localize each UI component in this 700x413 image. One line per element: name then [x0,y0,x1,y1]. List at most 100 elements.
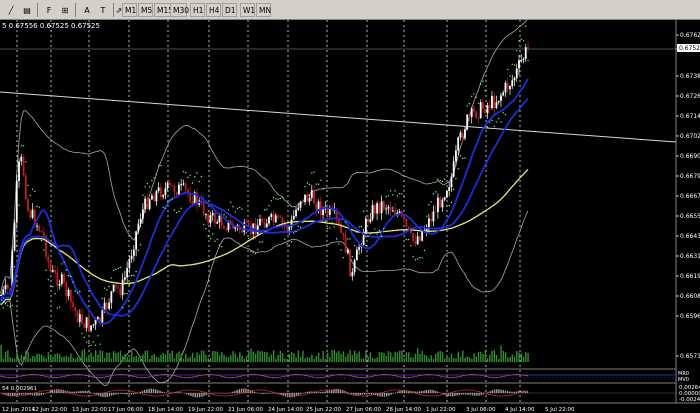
volume-bar [507,357,509,362]
parabolic-sar-dot [43,249,45,251]
oscillator-bar [42,393,45,395]
date-label: 1 Jul 22:00 [426,407,456,413]
date-label: 17 Jun 06:00 [108,407,143,413]
volume-bar [376,357,378,362]
candle-body [173,185,176,193]
oscillator-bar [93,393,95,394]
candle-body [225,228,228,231]
price-chart[interactable]: 0.67620 0.67525 0.67380 0.67260 0.67145 0.670… [0,20,700,413]
candle-body [164,188,167,196]
oscillator-bar [130,393,133,395]
parabolic-sar-dot [166,201,169,203]
oscillator-bar [328,390,331,393]
parabolic-sar-dot [347,238,349,240]
fibonacci-tool-icon[interactable]: F [42,3,56,17]
parabolic-sar-dot [452,188,455,191]
oscillator-bar [423,390,425,393]
candle-body [137,223,140,232]
oscillator-bar [427,389,430,393]
volume-bar [110,358,113,362]
parabolic-sar-dot [525,25,527,27]
volume-bar [117,352,119,362]
candle-body [218,215,221,223]
volume-bar [365,350,367,362]
parabolic-sar-dot [191,182,194,184]
timeframe-d1-button[interactable]: D1 [222,3,237,17]
timeframe-mn-button[interactable]: MN [256,3,271,17]
oscillator-bar [304,392,306,393]
text-tool-icon[interactable]: A [80,3,94,17]
parabolic-sar-dot [128,283,131,286]
date-label: 18 Jun 14:00 [148,407,183,413]
candle-body [180,184,183,186]
parabolic-sar-dot [164,207,167,209]
timeframe-m1-button[interactable]: M1 [122,3,137,17]
oscillator-bar [463,393,465,395]
timeframe-m5-button[interactable]: M5 [138,3,153,17]
oscillator-bar [51,390,53,393]
trend-line-tool-icon[interactable]: ╱ [4,3,18,17]
oscillator-bar [122,393,124,394]
timeframe-m15-button[interactable]: M15 [154,3,173,17]
candle-body [83,323,86,328]
oscillator-bar [152,388,155,393]
candle-body [473,108,475,112]
timeframe-h1-button[interactable]: H1 [190,3,205,17]
candle-body [105,302,108,309]
volume-bar [518,352,520,362]
volume-bar [180,353,182,362]
volume-bar [108,352,110,362]
oscillator-bar [452,393,454,397]
oscillator-bar [111,393,113,396]
volume-bar [38,354,41,362]
volume-bar [387,351,390,362]
candle-body [49,262,52,272]
volume-bar [432,358,435,362]
parabolic-sar-dot [184,171,187,174]
text-label-tool-icon[interactable]: T [96,3,110,17]
volume-bar [333,349,336,362]
volume-bar [162,353,164,362]
volume-bar [207,358,209,362]
oscillator-bar [449,393,452,397]
parabolic-sar-dot [169,199,171,201]
candle-body [504,82,507,93]
volume-bar [74,358,77,362]
volume-bar [399,350,401,362]
volume-bar [369,352,372,362]
volume-bar [49,354,52,362]
equidistant-channel-tool-icon[interactable]: ▤ [20,3,34,17]
timeframe-h4-button[interactable]: H4 [206,3,221,17]
parabolic-sar-dot [450,201,453,204]
date-label: 3 Jul 06:00 [466,407,496,413]
parabolic-sar-dot [31,188,34,190]
timeframe-m30-button[interactable]: M30 [170,3,189,17]
volume-bar [128,358,131,362]
candle-body [169,182,171,185]
volume-bar [351,355,354,362]
oscillator-bar [20,393,23,395]
volume-bar [124,354,126,362]
parabolic-sar-dot [266,208,268,211]
parabolic-sar-dot [34,190,36,192]
volume-bar [142,354,144,362]
parabolic-sar-dot [227,209,230,211]
price-label: 0.66315 [680,253,700,260]
volume-bar [502,350,505,362]
volume-bar [245,356,248,362]
gann-tool-icon[interactable]: ⊞ [58,3,72,17]
candle-body [342,232,345,235]
candle-body [110,291,113,303]
volume-bar [392,356,394,362]
oscillator-bar [236,389,238,393]
oscillator-bar [430,389,432,393]
trend-line[interactable] [0,91,677,143]
parabolic-sar-dot [457,168,459,170]
timeframe-w1-button[interactable]: W1 [240,3,255,17]
parabolic-sar-dot [441,180,444,183]
parabolic-sar-dot [527,59,529,62]
candle-body [162,195,165,198]
parabolic-sar-dot [378,229,381,232]
parabolic-sar-dot [20,145,22,147]
candle-body [205,214,207,216]
